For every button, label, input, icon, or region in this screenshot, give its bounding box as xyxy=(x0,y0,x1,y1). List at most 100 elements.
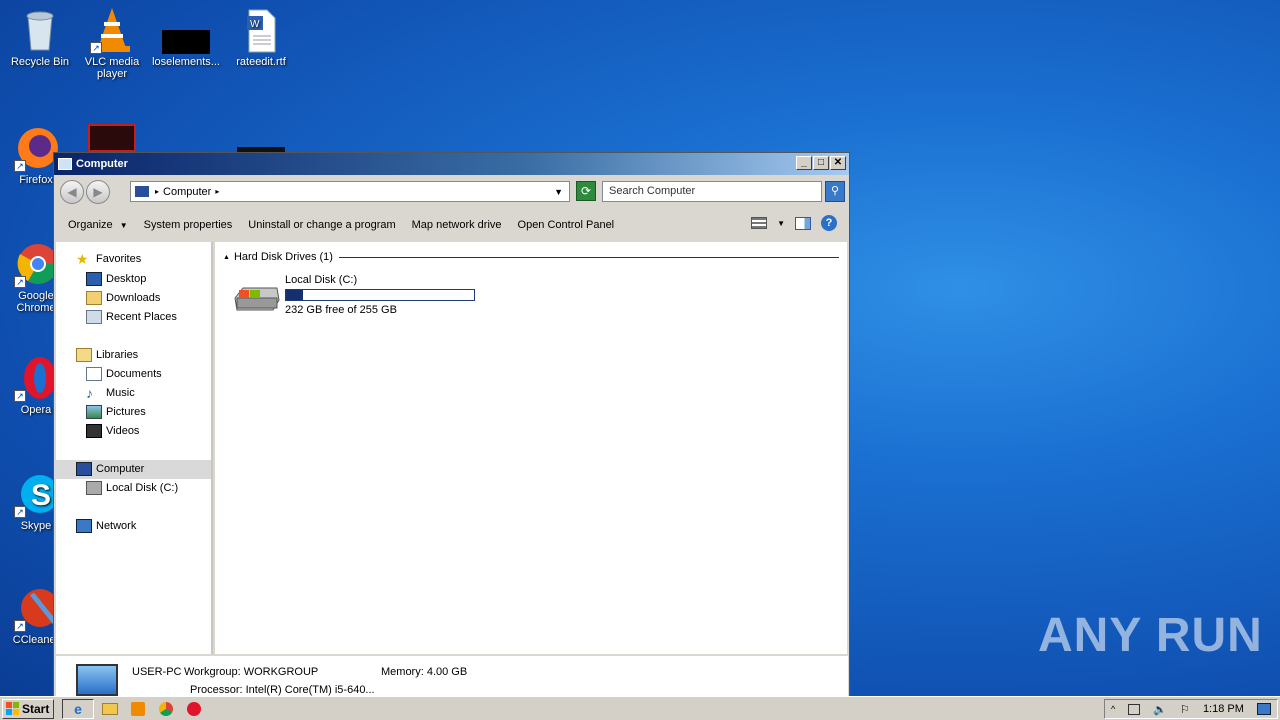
music-note-icon: ♪ xyxy=(86,385,93,401)
preview-pane-icon[interactable] xyxy=(795,216,811,230)
nav-videos[interactable]: Videos xyxy=(86,424,139,438)
pc-name: USER-PC xyxy=(132,666,182,678)
desktop-icon-label: Recycle Bin xyxy=(10,56,70,68)
acrobat-icon[interactable] xyxy=(88,124,136,152)
taskbar-media-player-button[interactable] xyxy=(126,699,150,719)
action-center-flag-icon[interactable]: ⚐ xyxy=(1180,703,1190,716)
drive-usage-bar xyxy=(285,289,475,301)
address-dropdown-icon[interactable]: ▼ xyxy=(554,187,563,197)
taskbar-explorer-button[interactable] xyxy=(98,699,122,719)
show-desktop-icon[interactable] xyxy=(1256,703,1271,715)
nav-label: Videos xyxy=(106,425,140,437)
nav-recent-places[interactable]: Recent Places xyxy=(86,310,177,324)
film-strip-icon xyxy=(86,424,102,438)
desktop-icon-recycle-bin[interactable]: Recycle Bin xyxy=(0,6,80,68)
system-properties-button[interactable]: System properties xyxy=(144,219,233,231)
media-player-icon xyxy=(131,701,145,716)
map-network-drive-button[interactable]: Map network drive xyxy=(412,219,502,231)
svg-text:S: S xyxy=(31,479,51,512)
volume-icon[interactable]: 🔈 xyxy=(1153,703,1167,716)
nav-desktop[interactable]: Desktop xyxy=(86,272,146,286)
nav-label: Pictures xyxy=(106,406,146,418)
nav-documents[interactable]: Documents xyxy=(86,367,162,381)
group-divider xyxy=(338,256,839,258)
svg-text:W: W xyxy=(250,19,260,30)
nav-network[interactable]: Network xyxy=(76,519,136,533)
taskbar-opera-button[interactable] xyxy=(182,699,206,719)
collapse-icon[interactable]: ▲ xyxy=(223,254,230,261)
start-button[interactable]: Start xyxy=(2,698,54,719)
back-button[interactable]: ◀ xyxy=(60,180,84,204)
chevron-down-icon: ▼ xyxy=(119,221,128,230)
group-header[interactable]: ▲ Hard Disk Drives (1) xyxy=(223,251,839,263)
desktop-icon-rateedit[interactable]: W rateedit.rtf xyxy=(221,6,301,68)
navigation-pane[interactable]: ★ Favorites Desktop Downloads Recent Pla… xyxy=(56,242,213,654)
back-arrow-icon: ◀ xyxy=(67,185,77,199)
details-pane: USER-PC Workgroup: WORKGROUP Memory: 4.0… xyxy=(56,656,848,696)
uninstall-program-button[interactable]: Uninstall or change a program xyxy=(248,219,395,231)
drive-name: Local Disk (C:) xyxy=(285,274,358,286)
window-titlebar[interactable]: Computer _ □ ✕ xyxy=(54,153,849,175)
search-input[interactable]: Search Computer xyxy=(602,181,822,202)
taskbar-chrome-button[interactable] xyxy=(154,699,178,719)
close-button[interactable]: ✕ xyxy=(830,156,846,170)
vlc-cone-icon: ↗ xyxy=(88,6,136,54)
system-tray: ^ 🔈 ⚐ 1:18 PM xyxy=(1104,699,1278,719)
computer-icon xyxy=(76,462,92,476)
recent-places-icon xyxy=(86,310,102,324)
network-icon xyxy=(76,519,92,533)
shortcut-arrow-icon: ↗ xyxy=(14,390,26,402)
maximize-button[interactable]: □ xyxy=(813,156,829,170)
nav-music[interactable]: ♪ Music xyxy=(86,386,135,400)
nav-label: Libraries xyxy=(96,349,139,361)
nav-pictures[interactable]: Pictures xyxy=(86,405,146,419)
processor-text: Processor: Intel(R) Core(TM) i5-640... xyxy=(190,684,375,696)
show-hidden-icons-icon[interactable]: ^ xyxy=(1111,704,1115,714)
taskbar: Start e ^ 🔈 ⚐ 1:18 PM xyxy=(0,696,1280,720)
open-control-panel-button[interactable]: Open Control Panel xyxy=(518,219,615,231)
address-row: ◀ ▶ ▸ Computer ▸ ▼ ⟳ Search Computer ⚲ xyxy=(54,177,849,207)
nav-computer[interactable]: Computer xyxy=(76,462,144,476)
desktop-icon-label: rateedit.rtf xyxy=(236,56,286,68)
nav-favorites[interactable]: ★ Favorites xyxy=(76,252,141,266)
organize-button[interactable]: Organize ▼ xyxy=(68,219,128,231)
minimize-button[interactable]: _ xyxy=(796,156,812,170)
address-bar[interactable]: ▸ Computer ▸ ▼ xyxy=(130,181,570,202)
breadcrumb-computer[interactable]: Computer xyxy=(163,186,211,198)
nav-downloads[interactable]: Downloads xyxy=(86,291,160,305)
hard-drive-icon xyxy=(233,284,280,311)
taskbar-ie-button[interactable]: e xyxy=(62,698,94,719)
pictures-icon xyxy=(86,405,102,419)
drive-item-c[interactable]: Local Disk (C:) 232 GB free of 255 GB xyxy=(229,272,509,322)
windows-logo-icon xyxy=(6,702,19,715)
breadcrumb-separator-icon[interactable]: ▸ xyxy=(155,187,159,196)
view-options-icon[interactable] xyxy=(751,217,768,229)
desktop-icon-loselements[interactable]: loselements... xyxy=(146,6,226,68)
internet-explorer-icon: e xyxy=(74,700,82,717)
folder-icon xyxy=(102,702,118,715)
anyrun-watermark: ANY RUN xyxy=(1038,608,1263,663)
shortcut-arrow-icon: ↗ xyxy=(14,506,26,518)
breadcrumb-chevron-icon[interactable]: ▸ xyxy=(215,187,219,196)
star-icon: ★ xyxy=(76,251,89,267)
desktop-icon-vlc[interactable]: ↗ VLC media player xyxy=(72,6,152,80)
libraries-icon xyxy=(76,348,92,362)
nav-label: Desktop xyxy=(106,273,147,285)
view-dropdown-icon[interactable]: ▼ xyxy=(777,219,785,228)
network-status-icon[interactable] xyxy=(1128,703,1141,715)
forward-button[interactable]: ▶ xyxy=(86,180,110,204)
explorer-window[interactable]: Computer _ □ ✕ ◀ ▶ ▸ Computer ▸ ▼ ⟳ Sear… xyxy=(53,152,850,697)
clock[interactable]: 1:18 PM xyxy=(1203,703,1244,715)
search-button[interactable]: ⚲ xyxy=(825,181,845,202)
nav-libraries[interactable]: Libraries xyxy=(76,348,138,362)
nav-label: Computer xyxy=(96,463,145,475)
documents-icon xyxy=(86,367,102,381)
refresh-button[interactable]: ⟳ xyxy=(576,181,596,201)
watermark-text: ANY RUN xyxy=(1038,609,1263,662)
content-pane[interactable]: ▲ Hard Disk Drives (1) Local Disk (C:) 2… xyxy=(215,242,847,654)
nav-label: Recent Places xyxy=(106,311,177,323)
help-icon[interactable]: ? xyxy=(821,215,837,231)
nav-local-disk[interactable]: Local Disk (C:) xyxy=(86,481,178,495)
recycle-bin-icon xyxy=(16,6,64,54)
nav-label: Documents xyxy=(106,368,162,380)
